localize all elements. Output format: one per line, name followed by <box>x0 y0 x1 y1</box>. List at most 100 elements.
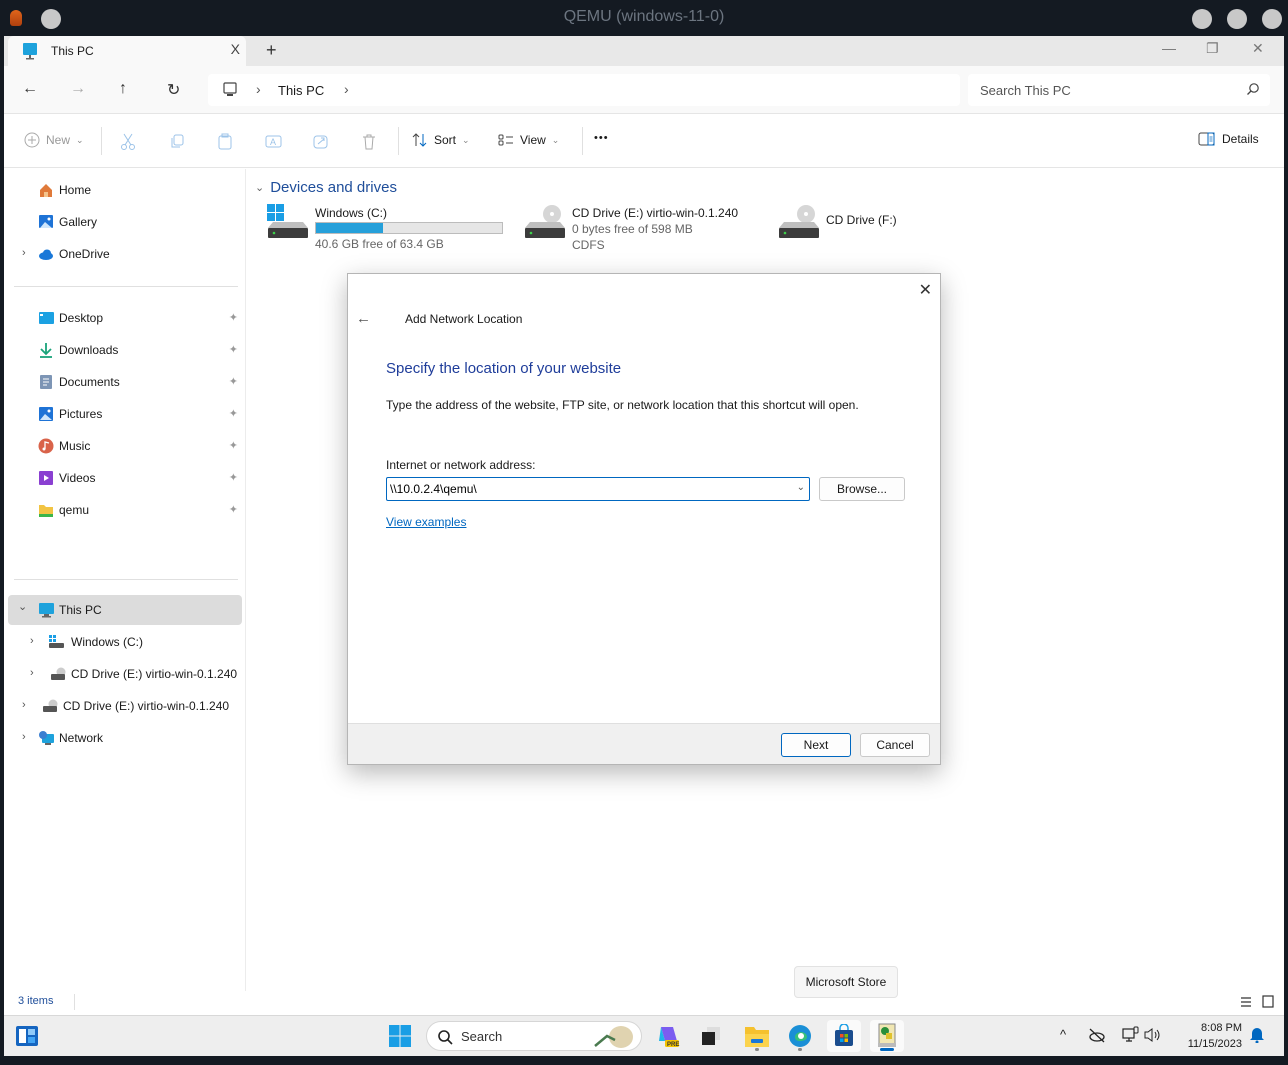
qemu-minimize-button[interactable] <box>1192 9 1212 29</box>
sort-button[interactable]: Sort ⌄ <box>412 132 470 148</box>
view-button[interactable]: View ⌄ <box>498 132 559 148</box>
onedrive-icon <box>39 249 53 260</box>
section-header-devices[interactable]: ⌄ Devices and drives <box>255 179 397 196</box>
view-examples-link[interactable]: View examples <box>386 515 466 529</box>
sidebar-item-pictures[interactable]: Pictures ✦ <box>8 399 242 429</box>
delete-icon[interactable] <box>361 133 377 151</box>
dialog-back-button[interactable]: ← <box>356 310 371 327</box>
taskbar-network-wizard[interactable] <box>870 1020 904 1052</box>
chevron-right-icon[interactable]: › <box>22 699 26 711</box>
show-hidden-icons-button[interactable]: ^ <box>1060 1027 1066 1042</box>
tiles-view-icon[interactable] <box>1262 995 1274 1009</box>
system-clock[interactable]: 8:08 PM 11/15/2023 <box>1188 1020 1242 1052</box>
sidebar-label: Gallery <box>59 215 98 229</box>
new-tab-button[interactable]: + <box>266 40 277 61</box>
sidebar-item-desktop[interactable]: Desktop ✦ <box>8 303 242 333</box>
address-bar[interactable]: › This PC › <box>208 74 960 106</box>
chevron-down-icon[interactable]: ⌄ <box>18 600 27 613</box>
chevron-down-icon[interactable]: ⌄ <box>797 482 805 493</box>
taskbar-file-explorer[interactable] <box>740 1020 774 1052</box>
pin-icon[interactable]: ✦ <box>229 311 238 324</box>
taskbar-microsoft-store[interactable] <box>827 1020 861 1052</box>
taskbar-search[interactable]: Search <box>426 1021 642 1051</box>
start-button[interactable] <box>383 1020 417 1052</box>
cd-drive-icon <box>43 699 58 712</box>
cancel-button[interactable]: Cancel <box>860 733 930 757</box>
refresh-button[interactable]: ↻ <box>167 80 180 100</box>
widgets-icon <box>16 1026 38 1046</box>
onedrive-offline-icon[interactable] <box>1088 1027 1106 1043</box>
rename-icon[interactable]: A <box>265 133 283 151</box>
taskbar-copilot[interactable]: PRE <box>652 1020 686 1052</box>
details-button[interactable]: Details <box>1198 132 1259 146</box>
close-window-button[interactable]: ✕ <box>1252 40 1264 57</box>
notifications-bell-icon[interactable] <box>1250 1027 1264 1043</box>
drive-usage-bar <box>315 222 503 234</box>
pin-icon[interactable]: ✦ <box>229 343 238 356</box>
chevron-right-icon[interactable]: › <box>30 635 34 647</box>
sidebar-item-downloads[interactable]: Downloads ✦ <box>8 335 242 365</box>
close-tab-icon[interactable]: X <box>231 41 240 57</box>
next-button[interactable]: Next <box>781 733 851 757</box>
sidebar-item-onedrive[interactable]: › OneDrive <box>8 239 242 269</box>
paste-icon[interactable] <box>217 133 233 151</box>
search-input[interactable]: Search This PC <box>980 83 1071 98</box>
drive-item-cd-f[interactable]: CD Drive (F:) <box>776 204 916 254</box>
pin-icon[interactable]: ✦ <box>229 503 238 516</box>
more-options-button[interactable]: ••• <box>594 132 609 144</box>
sidebar-item-cd-drive-e[interactable]: › CD Drive (E:) virtio-win-0.1.240 <box>8 659 242 689</box>
copy-icon[interactable] <box>169 133 185 151</box>
chevron-right-icon[interactable]: › <box>30 667 34 679</box>
sidebar-item-this-pc[interactable]: ⌄ This PC <box>8 595 242 625</box>
sidebar-item-windows-c[interactable]: › Windows (C:) <box>8 627 242 657</box>
qemu-close-button[interactable] <box>1262 9 1282 29</box>
widgets-button[interactable] <box>10 1020 44 1052</box>
drive-usage-fill <box>316 223 383 233</box>
sidebar-item-videos[interactable]: Videos ✦ <box>8 463 242 493</box>
cut-icon[interactable] <box>120 133 136 151</box>
breadcrumb-this-pc[interactable]: This PC <box>278 83 324 98</box>
chevron-right-icon[interactable]: › <box>22 247 26 259</box>
taskbar-task-view[interactable] <box>694 1020 728 1052</box>
sidebar-item-music[interactable]: Music ✦ <box>8 431 242 461</box>
qemu-maximize-button[interactable] <box>1227 9 1247 29</box>
back-button[interactable]: ← <box>22 80 38 98</box>
sidebar-item-qemu[interactable]: qemu ✦ <box>8 495 242 525</box>
browse-button[interactable]: Browse... <box>819 477 905 501</box>
taskbar-tooltip: Microsoft Store <box>794 966 898 998</box>
pin-icon[interactable]: ✦ <box>229 471 238 484</box>
taskbar-search-input[interactable]: Search <box>461 1029 502 1044</box>
chevron-right-icon[interactable]: › <box>22 731 26 743</box>
taskbar-edge[interactable] <box>783 1020 817 1052</box>
pin-icon[interactable]: ✦ <box>229 407 238 420</box>
maximize-button[interactable]: ❐ <box>1206 40 1219 57</box>
sidebar-item-gallery[interactable]: Gallery <box>8 207 242 237</box>
search-box[interactable]: Search This PC <box>968 74 1270 106</box>
drive-item-cd-e[interactable]: CD Drive (E:) virtio-win-0.1.240 0 bytes… <box>522 204 762 254</box>
sidebar-item-home[interactable]: Home <box>8 175 242 205</box>
dialog-description: Type the address of the website, FTP sit… <box>386 398 859 412</box>
running-indicator <box>798 1048 802 1051</box>
sidebar-item-documents[interactable]: Documents ✦ <box>8 367 242 397</box>
volume-icon[interactable] <box>1144 1027 1162 1043</box>
sidebar-label: Videos <box>59 471 96 485</box>
tab-this-pc[interactable]: This PC X <box>8 36 246 66</box>
pin-icon[interactable]: ✦ <box>229 375 238 388</box>
minimize-button[interactable]: — <box>1162 40 1176 56</box>
address-combobox[interactable]: ⌄ <box>386 477 810 501</box>
sidebar-item-cd-drive-e[interactable]: › CD Drive (E:) virtio-win-0.1.240 <box>8 691 242 721</box>
up-button[interactable]: ↑ <box>119 80 127 98</box>
section-title: Devices and drives <box>270 179 397 196</box>
dialog-close-button[interactable]: ✕ <box>919 280 932 300</box>
share-icon[interactable] <box>313 133 329 151</box>
sidebar-item-network[interactable]: › Network <box>8 723 242 753</box>
network-status-icon[interactable] <box>1122 1026 1140 1044</box>
new-button[interactable]: New ⌄ <box>24 132 84 148</box>
forward-button[interactable]: → <box>70 80 86 98</box>
pin-icon[interactable]: ✦ <box>229 439 238 452</box>
qemu-window-title: QEMU (windows-11-0) <box>563 8 725 25</box>
details-view-icon[interactable] <box>1240 996 1252 1008</box>
drive-item-windows-c[interactable]: Windows (C:) 40.6 GB free of 63.4 GB <box>265 204 515 254</box>
address-input[interactable] <box>390 481 780 497</box>
breadcrumb-separator[interactable]: › <box>344 81 349 97</box>
